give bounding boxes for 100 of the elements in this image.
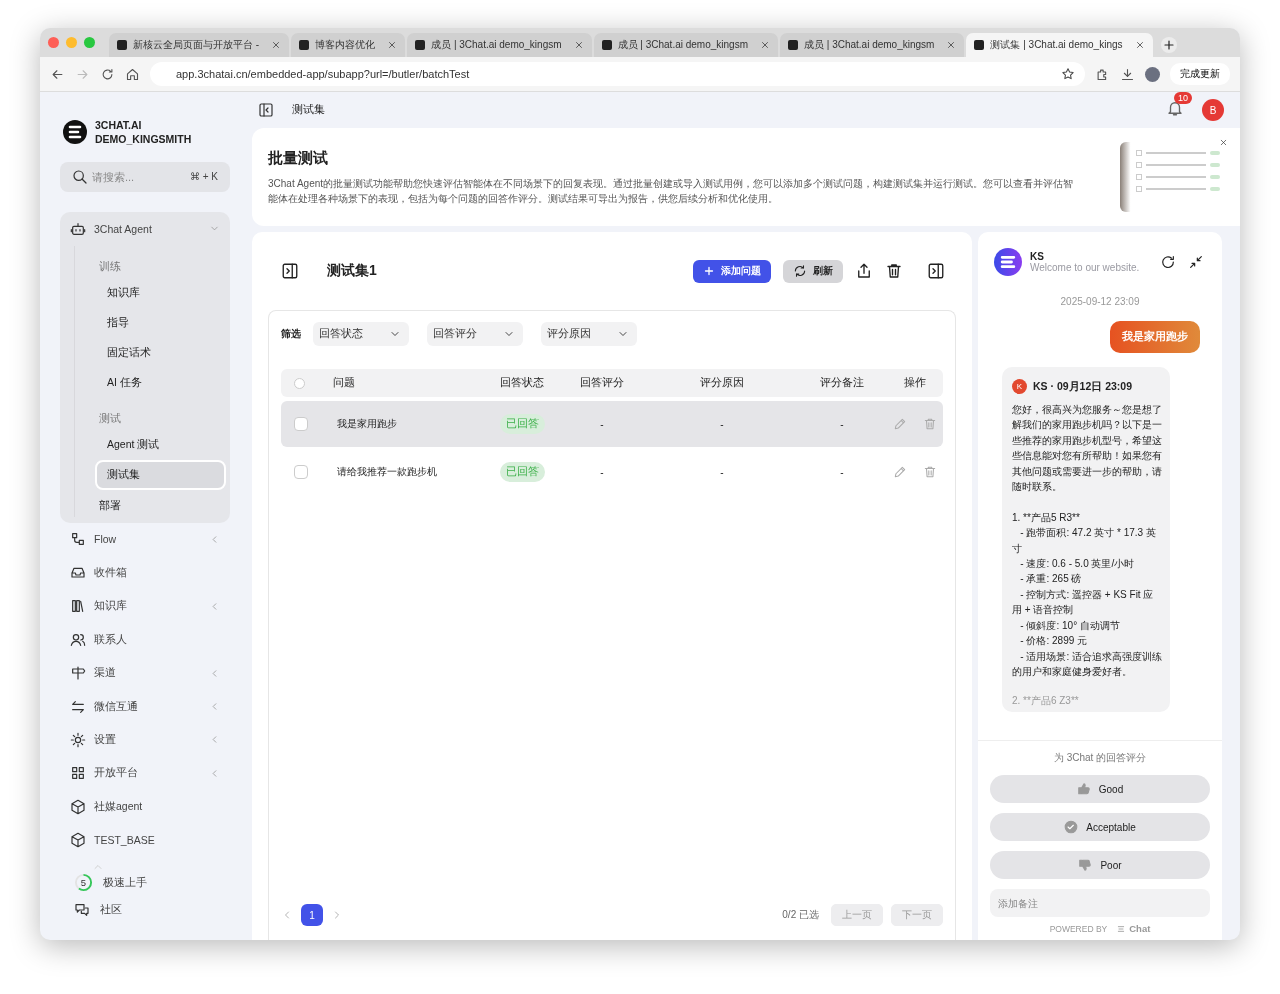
question-cell-text: 我是家用跑步	[336, 417, 398, 431]
home-icon[interactable]	[125, 66, 140, 82]
banner-description: 3Chat Agent的批量测试功能帮助您快速评估智能体在不同场景下的回复表现。通过批量创建或导入测试用例，您可以添加多个测试问题，构建测试集并运行测试。您可以查看并评估智能体在处理各种场景下的表现，包括为每个问题的回答作评分。测试结果可导出为报告，供您后续分析和优化使用。	[268, 176, 1075, 206]
close-icon[interactable]	[760, 40, 770, 50]
onboarding-link[interactable]: 5 极速上手	[74, 873, 230, 892]
settings-icon	[70, 731, 86, 748]
sidebar-item[interactable]: 渠道	[60, 656, 230, 690]
browser-tab[interactable]: 博客内容优化	[291, 33, 406, 57]
column-header: 操作	[903, 376, 927, 390]
notification-count: 10	[1174, 92, 1192, 104]
rating-button[interactable]: Acceptable	[990, 813, 1210, 841]
rating-button[interactable]: Good	[990, 775, 1210, 803]
selection-count: 0/2 已选	[782, 908, 819, 922]
sidebar-item[interactable]: 联系人	[60, 622, 230, 657]
close-icon[interactable]	[387, 40, 398, 50]
table-cell-text: -	[599, 466, 605, 478]
breadcrumb: 测试集	[292, 103, 325, 117]
browser-tab[interactable]: 成员 | 3Chat.ai demo_kingsm	[780, 33, 965, 57]
table-cell-text: -	[839, 418, 845, 430]
row-checkbox[interactable]	[294, 417, 308, 431]
close-icon[interactable]	[573, 40, 584, 50]
bookmark-star-icon[interactable]	[1061, 67, 1075, 81]
submenu-item[interactable]: 知识库	[95, 277, 226, 308]
submenu-item[interactable]: 固定话术	[95, 337, 226, 368]
bot-avatar: K	[1012, 379, 1027, 394]
status-badge: 已回答	[499, 462, 545, 482]
message-timestamp: 2025-09-12 23:09	[1059, 296, 1141, 307]
section-heading: 测试	[98, 410, 122, 426]
note-field[interactable]: 添加备注	[990, 889, 1210, 917]
thumbs-down-icon	[1078, 858, 1093, 872]
browser-tab[interactable]: 成员 | 3Chat.ai demo_kingsm	[407, 33, 592, 57]
new-tab-icon[interactable]	[1160, 37, 1177, 53]
filter-dropdown[interactable]: 回答状态	[313, 322, 409, 346]
rating-button[interactable]: Poor	[990, 851, 1210, 879]
sidebar-item[interactable]: Flow	[60, 522, 230, 557]
filter-dropdown[interactable]: 回答评分	[427, 322, 523, 346]
column-header: 评分原因	[699, 376, 745, 390]
refresh-button[interactable]: 刷新	[783, 259, 843, 283]
collapse-icon[interactable]	[1188, 254, 1204, 270]
test-set-title: 测试集1	[327, 262, 377, 280]
panel-toggle-icon[interactable]	[927, 262, 945, 280]
select-all-checkbox[interactable]	[294, 377, 305, 389]
sidebar-item[interactable]: 社媒agent	[60, 790, 230, 824]
check-circle-icon	[1064, 820, 1079, 834]
column-header: 回答评分	[579, 376, 625, 390]
close-icon[interactable]	[1219, 138, 1228, 147]
update-button[interactable]: 完成更新	[1170, 63, 1230, 85]
search-icon	[72, 169, 88, 185]
submenu-item[interactable]: 指导	[95, 307, 226, 338]
refresh-icon[interactable]	[1160, 254, 1176, 270]
sidebar-toggle-icon[interactable]	[258, 102, 274, 118]
sidebar-item[interactable]: 开放平台	[60, 756, 230, 791]
reply-header: KS · 09月12日 23:09	[1033, 379, 1133, 394]
filter-dropdown[interactable]: 评分原因	[541, 322, 637, 346]
bot-subtitle: Welcome to our website.	[1030, 262, 1141, 273]
submenu-item[interactable]: AI 任务	[95, 367, 226, 398]
sidebar-item[interactable]: 设置	[60, 723, 230, 757]
browser-tab[interactable]: 新核云全局页面与开放平台 -	[109, 33, 290, 57]
powered-by-label: POWERED BY	[1049, 923, 1108, 934]
close-icon[interactable]	[1134, 40, 1145, 50]
delete-icon[interactable]	[885, 262, 903, 280]
panel-toggle-icon[interactable]	[281, 262, 299, 280]
table-cell-text: -	[599, 418, 605, 430]
browser-tab[interactable]: 测试集 | 3Chat.ai demo_kings	[966, 33, 1153, 57]
sidebar-item[interactable]: 微信互通	[60, 689, 230, 724]
filter-label: 筛选	[281, 327, 301, 341]
share-icon[interactable]	[855, 262, 873, 280]
column-header: 评分备注	[819, 376, 865, 390]
reload-icon[interactable]	[100, 66, 115, 82]
shortcut-hint: ⌘ + K	[189, 171, 218, 182]
section-heading: 训练	[98, 258, 122, 274]
notification-bell-icon[interactable]	[1166, 99, 1184, 117]
browser-tab[interactable]: 成员 | 3Chat.ai demo_kingsm	[593, 33, 778, 57]
user-avatar[interactable]: B	[1202, 99, 1224, 121]
cube-icon	[70, 832, 86, 849]
sidebar-item[interactable]: 收件箱	[60, 556, 230, 590]
sidebar-item[interactable]: 知识库	[60, 589, 230, 623]
banner-title: 批量测试	[268, 148, 329, 168]
refresh-icon	[793, 264, 807, 278]
status-badge: 已回答	[499, 414, 545, 434]
sidebar-item[interactable]: TEST_BASE	[60, 823, 230, 857]
plus-icon	[703, 265, 715, 277]
download-icon[interactable]	[1120, 66, 1135, 82]
address-bar[interactable]: app.3chatai.cn/embedded-app/subapp?url=/butler/batchTest	[150, 62, 1085, 86]
submenu-item[interactable]: Agent 测试	[95, 429, 226, 460]
table-row[interactable]: 请给我推荐一款跑步机 已回答 - - -	[281, 449, 943, 495]
community-link[interactable]: 社区	[74, 902, 230, 918]
submenu-item[interactable]: 测试集	[95, 459, 226, 490]
submenu-item[interactable]: 部署	[75, 489, 226, 517]
workspace-logo-icon	[63, 120, 87, 144]
bot-logo-icon	[994, 248, 1022, 276]
cube-icon	[70, 798, 86, 815]
table-row[interactable]: 我是家用跑步 已回答 - - -	[281, 401, 943, 447]
bot-name: KS	[1030, 251, 1045, 262]
profile-avatar[interactable]	[1145, 66, 1160, 82]
add-question-button[interactable]: 添加问题	[693, 259, 771, 283]
row-checkbox[interactable]	[294, 465, 308, 479]
close-icon[interactable]	[271, 40, 282, 50]
close-icon[interactable]	[946, 40, 957, 50]
agent-menu-toggle[interactable]: 3Chat Agent	[60, 212, 230, 246]
